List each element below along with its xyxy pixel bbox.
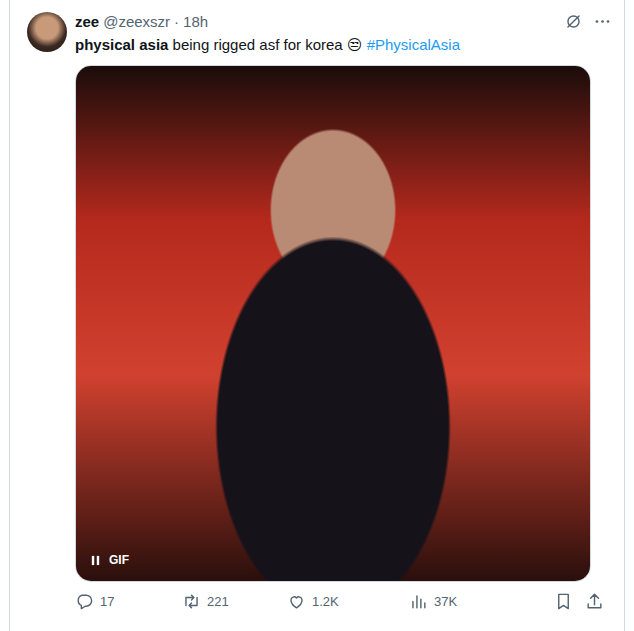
gif-media[interactable]: GIF (75, 65, 591, 582)
retweet-icon (182, 592, 201, 611)
share-icon (585, 592, 604, 611)
avatar[interactable] (27, 12, 67, 52)
grok-icon[interactable] (564, 12, 583, 31)
author-handle[interactable]: @zeexszr (103, 12, 170, 32)
action-bar: 17 221 1.2K 37K (75, 592, 612, 611)
author-name[interactable]: zee (75, 12, 99, 32)
tweet-card[interactable]: zee @zeexszr · 18h physical asia being r… (9, 0, 625, 631)
header-tools (564, 12, 612, 31)
views-icon (409, 592, 428, 611)
text-plain (363, 36, 367, 53)
reply-button[interactable]: 17 (75, 592, 182, 611)
pause-icon[interactable] (90, 555, 101, 566)
author[interactable]: zee @zeexszr · 18h (75, 12, 208, 32)
separator: · (174, 12, 179, 32)
like-count: 1.2K (312, 594, 339, 610)
more-icon[interactable] (593, 12, 612, 31)
main-actions: 17 221 1.2K 37K (75, 592, 457, 611)
like-icon (287, 592, 306, 611)
views-button[interactable]: 37K (409, 592, 457, 611)
views-count: 37K (434, 594, 457, 610)
side-actions (554, 592, 604, 611)
gif-controls: GIF (90, 553, 129, 567)
gif-badge: GIF (109, 553, 129, 567)
tweet-text: physical asia being rigged asf for korea… (75, 35, 612, 55)
tweet-content: zee @zeexszr · 18h physical asia being r… (75, 12, 612, 631)
reply-icon (75, 592, 94, 611)
retweet-button[interactable]: 221 (182, 592, 287, 611)
page: zee @zeexszr · 18h physical asia being r… (0, 0, 634, 631)
tweet-header: zee @zeexszr · 18h (75, 12, 612, 32)
share-button[interactable] (585, 592, 604, 611)
timestamp[interactable]: 18h (183, 12, 208, 32)
retweet-count: 221 (207, 594, 229, 610)
like-button[interactable]: 1.2K (287, 592, 409, 611)
text-hashtag[interactable]: #PhysicalAsia (367, 36, 460, 53)
bookmark-button[interactable] (554, 592, 573, 611)
text-bold: physical asia (75, 36, 168, 53)
reply-count: 17 (100, 594, 114, 610)
text-plain: being rigged asf for korea (168, 36, 346, 53)
bookmark-icon (554, 592, 573, 611)
gif-frame (76, 66, 590, 581)
text-plain: 😒 (347, 36, 363, 53)
